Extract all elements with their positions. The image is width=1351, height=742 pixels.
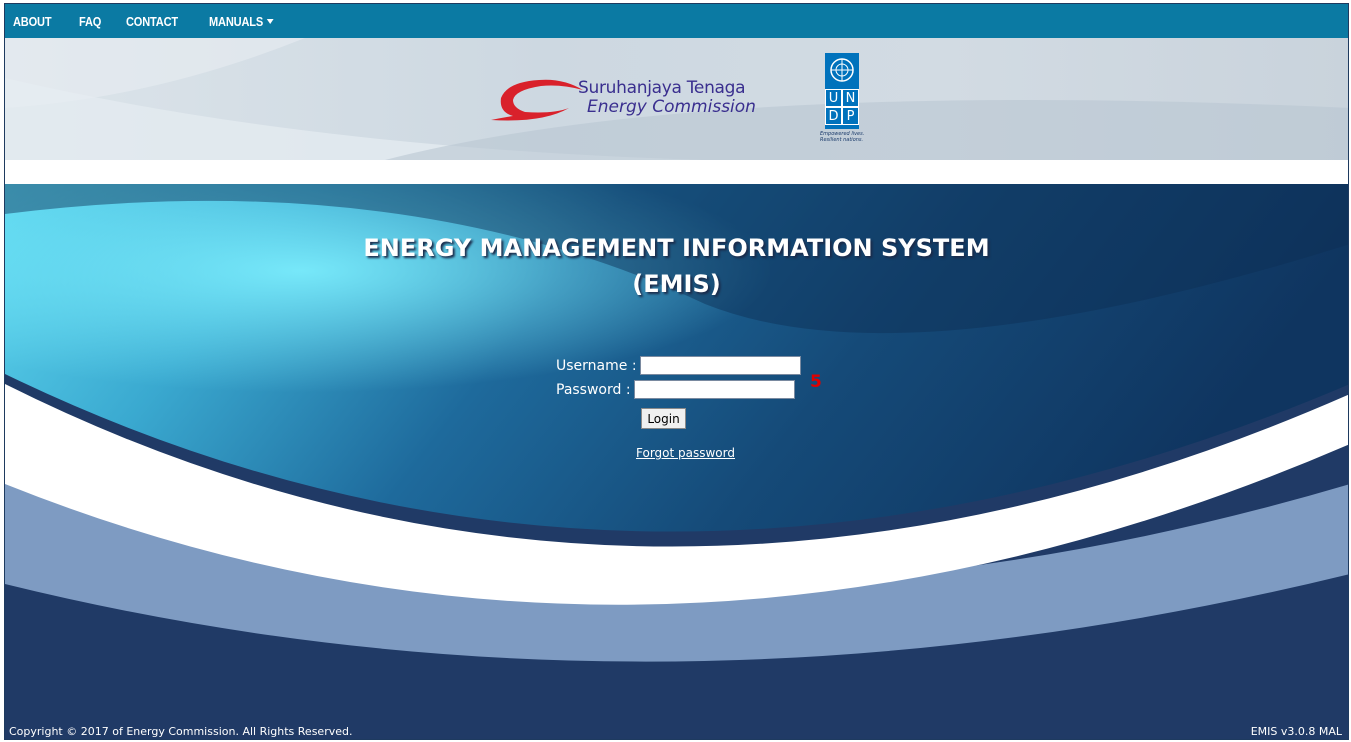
undp-letter-d: D bbox=[825, 107, 842, 125]
undp-logo: U N D P Empowered lives. Resilient natio… bbox=[820, 53, 870, 153]
energy-commission-logo: Suruhanjaya Tenaga Energy Commission bbox=[483, 68, 773, 128]
nav-contact[interactable]: CONTACT bbox=[126, 14, 178, 29]
footer-version: EMIS v3.0.8 MAL bbox=[1250, 725, 1342, 738]
energy-commission-swoosh-icon bbox=[491, 79, 583, 121]
app-frame: ABOUT FAQ CONTACT MANUALS Suruhanjaya Te… bbox=[4, 3, 1349, 740]
password-input[interactable] bbox=[633, 380, 795, 399]
username-input[interactable] bbox=[639, 356, 801, 375]
login-hero: ENERGY MANAGEMENT INFORMATION SYSTEM (EM… bbox=[5, 184, 1348, 739]
nav-faq[interactable]: FAQ bbox=[79, 14, 101, 29]
step-marker: 5 bbox=[810, 372, 822, 392]
nav-about-label: ABOUT bbox=[13, 13, 52, 29]
nav-about[interactable]: ABOUT bbox=[13, 13, 52, 29]
nav-contact-label: CONTACT bbox=[126, 13, 179, 29]
undp-tagline: Empowered lives. Resilient nations. bbox=[820, 131, 880, 143]
un-emblem-icon bbox=[830, 58, 854, 82]
username-label: Username : bbox=[556, 357, 637, 374]
undp-letter-n: N bbox=[842, 89, 859, 107]
title-line-2: (EMIS) bbox=[632, 270, 721, 298]
undp-letter-p: P bbox=[842, 107, 859, 125]
password-label: Password : bbox=[556, 381, 631, 398]
caret-down-icon bbox=[265, 18, 273, 24]
header-banner: Suruhanjaya Tenaga Energy Commission U N… bbox=[5, 38, 1348, 160]
page-title: ENERGY MANAGEMENT INFORMATION SYSTEM (EM… bbox=[5, 230, 1348, 302]
username-row: Username : bbox=[556, 356, 801, 375]
nav-manuals-label: MANUALS bbox=[208, 13, 263, 29]
white-band bbox=[5, 160, 1348, 184]
top-nav: ABOUT FAQ CONTACT MANUALS bbox=[5, 4, 1348, 38]
forgot-password-link[interactable]: Forgot password bbox=[636, 446, 735, 460]
login-button[interactable]: Login bbox=[641, 408, 686, 429]
footer-copyright: Copyright © 2017 of Energy Commission. A… bbox=[9, 725, 353, 738]
logo-line-2: Energy Commission bbox=[587, 97, 756, 117]
undp-tagline-2: Resilient nations. bbox=[820, 137, 864, 143]
undp-letter-u: U bbox=[825, 89, 842, 107]
password-row: Password : bbox=[556, 380, 795, 399]
undp-letters: U N D P bbox=[825, 89, 859, 125]
nav-manuals-dropdown[interactable]: MANUALS bbox=[209, 14, 273, 29]
nav-faq-label: FAQ bbox=[79, 13, 102, 29]
logo-line-1: Suruhanjaya Tenaga bbox=[578, 78, 746, 98]
title-line-1: ENERGY MANAGEMENT INFORMATION SYSTEM bbox=[363, 234, 990, 262]
